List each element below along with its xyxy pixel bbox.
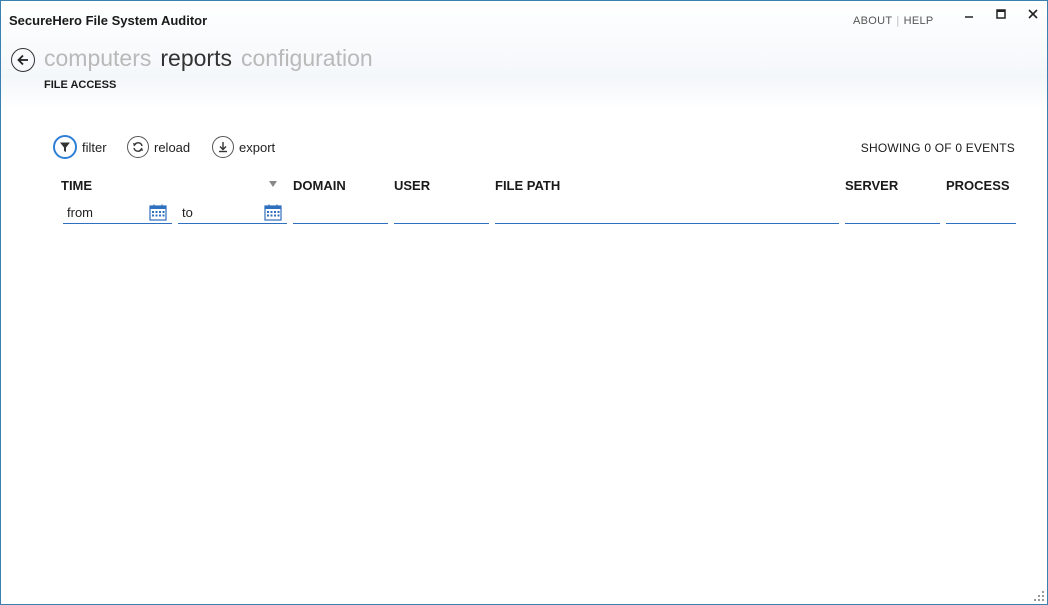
export-label: export bbox=[239, 139, 276, 155]
domain-filter-field[interactable] bbox=[293, 202, 388, 224]
process-filter-field[interactable] bbox=[946, 202, 1016, 224]
column-header-time[interactable]: TIME bbox=[61, 178, 92, 193]
column-header-file-path[interactable]: FILE PATH bbox=[495, 178, 560, 193]
about-link[interactable]: ABOUT bbox=[853, 15, 892, 27]
reload-button[interactable]: reload bbox=[127, 135, 190, 159]
column-header-domain[interactable]: DOMAIN bbox=[293, 178, 346, 193]
main-nav: computers reports configuration bbox=[44, 45, 382, 72]
section-title: FILE ACCESS bbox=[44, 79, 117, 91]
column-header-user[interactable]: USER bbox=[394, 178, 430, 193]
filter-button[interactable]: filter bbox=[53, 135, 107, 159]
resize-grip-icon[interactable] bbox=[1034, 591, 1044, 601]
user-filter-field[interactable] bbox=[394, 202, 489, 224]
reload-icon bbox=[127, 136, 149, 158]
app-window: SecureHero File System Auditor ABOUT | HEL… bbox=[0, 0, 1048, 605]
close-icon bbox=[1028, 9, 1038, 19]
minimize-button[interactable] bbox=[959, 7, 979, 23]
link-separator: | bbox=[896, 15, 900, 27]
close-button[interactable] bbox=[1023, 7, 1043, 23]
file-path-filter-field[interactable] bbox=[495, 202, 839, 224]
filter-icon bbox=[53, 135, 77, 159]
column-header-server[interactable]: SERVER bbox=[845, 178, 898, 193]
calendar-icon[interactable] bbox=[264, 204, 282, 221]
export-button[interactable]: export bbox=[212, 135, 275, 159]
maximize-button[interactable] bbox=[991, 7, 1011, 23]
back-button[interactable] bbox=[11, 48, 35, 72]
nav-configuration[interactable]: configuration bbox=[241, 45, 373, 71]
nav-computers[interactable]: computers bbox=[44, 45, 151, 71]
maximize-icon bbox=[996, 9, 1006, 19]
download-icon bbox=[212, 136, 234, 158]
filter-label: filter bbox=[82, 139, 107, 155]
app-title: SecureHero File System Auditor bbox=[9, 13, 208, 28]
back-arrow-icon bbox=[17, 54, 28, 66]
minimize-icon bbox=[965, 16, 973, 18]
top-links: ABOUT | HELP bbox=[853, 15, 934, 27]
sort-descending-icon[interactable] bbox=[269, 181, 277, 187]
nav-reports[interactable]: reports bbox=[160, 45, 232, 71]
server-filter-field[interactable] bbox=[845, 202, 940, 224]
calendar-icon[interactable] bbox=[149, 204, 167, 221]
reload-label: reload bbox=[154, 139, 191, 155]
help-link[interactable]: HELP bbox=[904, 15, 934, 27]
events-count: SHOWING 0 OF 0 EVENTS bbox=[860, 141, 1015, 155]
column-header-process[interactable]: PROCESS bbox=[946, 178, 1010, 193]
